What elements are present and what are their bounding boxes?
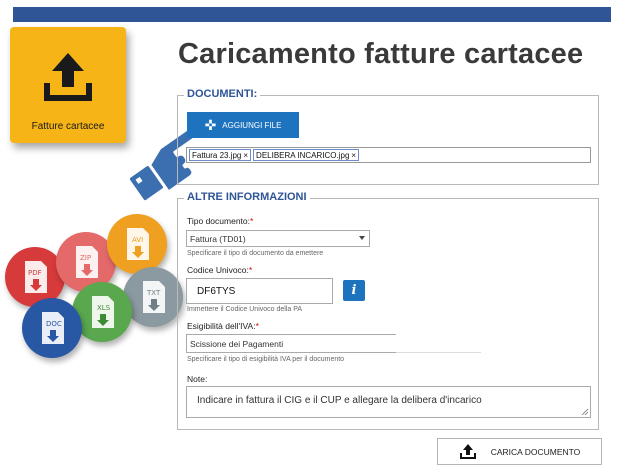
tipo-documento-select[interactable]: Fattura (TD01) bbox=[186, 230, 370, 247]
svg-text:PDF: PDF bbox=[28, 269, 42, 277]
codice-univoco-input[interactable]: DF6TYS bbox=[186, 278, 333, 304]
file-list[interactable]: Fattura 23.jpg × DELIBERA INCARICO.jpg × bbox=[186, 147, 591, 163]
upload-icon bbox=[44, 53, 92, 101]
codice-univoco-hint: Immettere il Codice Univoco della PA bbox=[187, 306, 303, 313]
upload-icon bbox=[459, 444, 476, 459]
remove-file-icon[interactable]: × bbox=[243, 151, 248, 160]
carica-documento-label: CARICA DOCUMENTO bbox=[490, 446, 581, 457]
remove-file-icon[interactable]: × bbox=[351, 151, 356, 160]
carica-documento-button[interactable]: CARICA DOCUMENTO bbox=[437, 438, 602, 465]
file-chip[interactable]: Fattura 23.jpg × bbox=[189, 149, 252, 161]
note-text: Indicare in fattura il CIG e il CUP e al… bbox=[197, 395, 482, 406]
file-chip[interactable]: DELIBERA INCARICO.jpg × bbox=[253, 149, 360, 161]
avi-badge-icon: AVI bbox=[107, 214, 167, 274]
altre-informazioni-legend: ALTRE INFORMAZIONI bbox=[184, 191, 310, 203]
chevron-down-icon bbox=[359, 236, 365, 240]
tipo-documento-hint: Specificare il tipo di documento da emet… bbox=[187, 250, 324, 257]
esigibilita-field[interactable]: Scissione dei Pagamenti bbox=[186, 334, 396, 353]
svg-text:DOC: DOC bbox=[46, 320, 62, 328]
esigibilita-hint: Specificare il tipo di esigibilità IVA p… bbox=[187, 356, 345, 363]
add-file-button[interactable]: ✜ AGGIUNGI FILE bbox=[187, 112, 299, 138]
header-bar bbox=[13, 7, 611, 22]
tipo-documento-value: Fattura (TD01) bbox=[190, 234, 246, 244]
page-title: Caricamento fatture cartacee bbox=[178, 38, 584, 70]
file-name: Fattura 23.jpg bbox=[192, 151, 242, 160]
plus-icon: ✜ bbox=[204, 117, 217, 133]
add-file-label: AGGIUNGI FILE bbox=[222, 120, 282, 130]
svg-text:AVI: AVI bbox=[132, 236, 143, 244]
codice-univoco-label: Codice Univoco:* bbox=[187, 265, 253, 275]
documenti-section: DOCUMENTI: bbox=[177, 88, 599, 185]
resize-handle-icon[interactable] bbox=[581, 408, 588, 415]
esigibilita-label: Esigibilità dell'IVA:* bbox=[187, 321, 259, 331]
note-textarea[interactable]: Indicare in fattura il CIG e il CUP e al… bbox=[186, 386, 591, 418]
note-label: Note: bbox=[187, 374, 208, 384]
svg-text:XLS: XLS bbox=[97, 304, 111, 312]
svg-text:ZIP: ZIP bbox=[80, 254, 91, 262]
doc-badge-icon: DOC bbox=[22, 298, 82, 358]
file-name: DELIBERA INCARICO.jpg bbox=[256, 151, 350, 160]
divider bbox=[396, 352, 481, 353]
svg-text:TXT: TXT bbox=[146, 289, 161, 297]
documenti-legend: DOCUMENTI: bbox=[184, 88, 261, 100]
tipo-documento-label: Tipo documento:* bbox=[187, 216, 254, 226]
info-button[interactable]: i bbox=[343, 280, 365, 301]
fatture-cartacee-tile[interactable]: Fatture cartacee bbox=[10, 27, 126, 143]
tile-label: Fatture cartacee bbox=[31, 121, 105, 132]
txt-badge-icon: TXT bbox=[123, 267, 183, 327]
